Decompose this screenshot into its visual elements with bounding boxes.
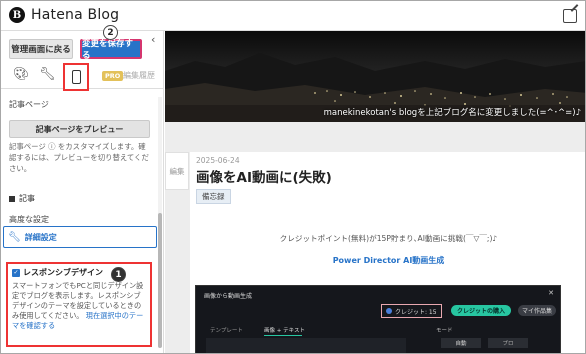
- responsive-label: レスポンシブデザイン: [23, 268, 103, 277]
- article-date: 2025-06-24: [196, 156, 240, 165]
- mode-pro: プロ: [488, 338, 528, 348]
- credit-text: クレジット: 15: [395, 308, 437, 316]
- design-sidebar: ‹ 管理画面に戻る 変更を保存する 2 🎨︎ 🔧︎ PRO 編集履歴 記事ページ…: [1, 25, 164, 353]
- embedded-panel: [206, 338, 406, 353]
- save-changes-button[interactable]: 変更を保存する: [80, 39, 142, 61]
- image-text-tab: 画像 + テキスト: [264, 328, 305, 334]
- mode-label: モード: [436, 328, 453, 334]
- credit-indicator: クレジット: 15: [381, 304, 442, 318]
- smartphone-tab[interactable]: [63, 63, 89, 91]
- preview-article-button[interactable]: 記事ページをプレビュー: [9, 120, 150, 138]
- buy-credits-button: クレジットの購入: [451, 305, 511, 316]
- credit-coin-icon: [386, 308, 392, 314]
- design-tool-tabs: 🎨︎ 🔧︎ PRO 編集履歴: [1, 63, 163, 91]
- article-body-text: クレジットポイント(無料)が15P貯まり､AI動画に挑戦(￣▽￣;)♪: [279, 234, 498, 243]
- blog-design-editor: B Hatena Blog ‹ 管理画面に戻る 変更を保存する 2 🎨︎ 🔧︎ …: [0, 0, 586, 354]
- detail-settings-item[interactable]: 🔧︎ 詳細設定: [3, 226, 157, 248]
- mode-auto: 自動: [441, 338, 481, 348]
- edit-tab[interactable]: 編集: [165, 152, 189, 190]
- power-director-link[interactable]: Power Director AI動画生成: [190, 255, 585, 266]
- edit-history-tab[interactable]: 編集履歴: [123, 70, 155, 81]
- logo-text: Hatena Blog: [31, 7, 120, 23]
- category-tag[interactable]: 備忘録: [196, 189, 231, 204]
- blog-preview: manekinekotan's blogを上記ブログ名に変更しました(=^･^=…: [165, 31, 585, 353]
- wrench-small-icon: 🔧︎: [8, 231, 21, 243]
- hatena-logo[interactable]: B Hatena Blog: [9, 7, 119, 23]
- header-caption: manekinekotan's blogを上記ブログ名に変更しました(=^･^=…: [323, 108, 581, 118]
- header-image: manekinekotan's blogを上記ブログ名に変更しました(=^･^=…: [165, 31, 585, 122]
- annotation-badge-1: 1: [111, 267, 126, 282]
- article-title[interactable]: 画像をAI動画に(失敗): [196, 166, 332, 186]
- article-card: 2025-06-24 画像をAI動画に(失敗) 備忘録 クレジットポイント(無料…: [190, 152, 585, 353]
- article-page-heading: 記事ページ: [9, 100, 49, 109]
- edit-icon[interactable]: [563, 9, 577, 23]
- collapse-square-icon: [9, 195, 15, 202]
- top-bar: B Hatena Blog: [1, 1, 585, 31]
- template-tab: テンプレート: [210, 328, 243, 334]
- responsive-description: スマートフォンでもPCと同じデザイン設定でブログを表示します。レスポンシブデザイ…: [12, 281, 146, 331]
- responsive-checkbox[interactable]: ✓: [12, 268, 20, 277]
- article-section[interactable]: 記事: [9, 193, 35, 204]
- pro-badge: PRO: [102, 71, 124, 81]
- my-works-button: マイ作品集: [518, 305, 556, 316]
- advanced-settings-heading: 高度な設定: [9, 215, 49, 224]
- embedded-screenshot: 画像から動画生成 ✕ クレジット: 15 クレジットの購入 マイ作品集 テンプレ…: [195, 285, 561, 353]
- palette-icon[interactable]: 🎨︎: [13, 67, 30, 82]
- hatena-logo-icon: B: [9, 7, 25, 23]
- smartphone-icon: [71, 70, 81, 84]
- detail-settings-label: 詳細設定: [24, 232, 57, 242]
- collapse-sidebar-icon[interactable]: ‹: [151, 33, 155, 46]
- sidebar-scrollbar[interactable]: [158, 97, 162, 348]
- annotation-badge-2: 2: [103, 25, 118, 40]
- embedded-title: 画像から動画生成: [204, 293, 253, 300]
- preview-body: 編集 2025-06-24 画像をAI動画に(失敗) 備忘録 クレジットポイント…: [165, 122, 585, 353]
- close-icon: ✕: [548, 289, 554, 297]
- scrollbar-thumb[interactable]: [158, 213, 162, 348]
- article-page-description: 記事ページ ⓘ をカスタマイズします。確認するには、プレビューを切り替えてくださ…: [9, 142, 149, 173]
- back-to-admin-button[interactable]: 管理画面に戻る: [9, 39, 73, 59]
- wrench-icon[interactable]: 🔧︎: [39, 67, 56, 82]
- responsive-design-setting: ✓ レスポンシブデザイン スマートフォンでもPCと同じデザイン設定でブログを表示…: [6, 262, 152, 347]
- article-section-label: 記事: [19, 194, 35, 203]
- active-tab-underline: [264, 335, 302, 336]
